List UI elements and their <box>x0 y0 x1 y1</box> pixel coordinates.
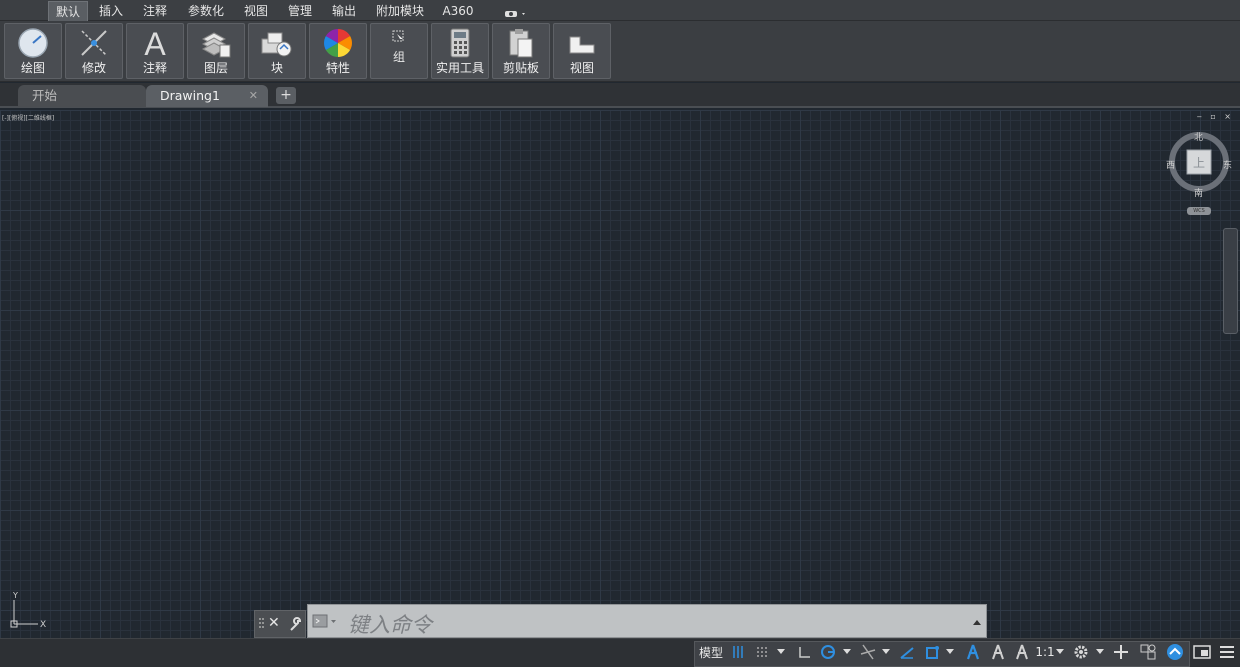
ribbon-clipboard-button[interactable]: 剪贴板 <box>492 23 550 79</box>
ucs-icon: Y X <box>10 591 46 630</box>
menu-tab-annotate[interactable]: 注释 <box>139 1 171 21</box>
add-tab-button[interactable]: + <box>276 87 296 104</box>
command-line: ✕ 键入命令 <box>254 604 987 638</box>
navigation-bar[interactable] <box>1223 228 1238 334</box>
tab-drawing1-label: Drawing1 <box>160 88 220 103</box>
menu-tab-parametric[interactable]: 参数化 <box>183 1 229 21</box>
ribbon-utilities-button[interactable]: 实用工具 <box>431 23 489 79</box>
command-prompt-icon[interactable] <box>312 613 342 631</box>
osnap-dropdown-icon[interactable] <box>944 643 956 661</box>
layers-icon <box>201 32 231 58</box>
menu-bar: 默认 插入 注释 参数化 视图 管理 输出 附加模块 A360 <box>0 0 1240 21</box>
ribbon-block-button[interactable]: 块 <box>248 23 306 79</box>
isometric-icon[interactable] <box>857 643 879 661</box>
grid-icon[interactable] <box>729 643 747 661</box>
menu-tab-manage[interactable]: 管理 <box>283 1 317 21</box>
viewport-window-controls[interactable]: ‒ ▫ × <box>1197 112 1234 121</box>
ribbon-utilities-label: 实用工具 <box>435 61 484 75</box>
model-space-button[interactable]: 模型 <box>697 643 725 661</box>
polar-dropdown-icon[interactable] <box>841 643 853 661</box>
view-icon <box>569 36 595 54</box>
compass-west-label[interactable]: 西 <box>1166 158 1175 171</box>
object-snap-tracking-icon[interactable] <box>897 643 917 661</box>
status-bar: 模型 1:1 <box>0 638 1240 667</box>
group-icon <box>391 28 407 47</box>
ribbon-modify-button[interactable]: 修改 <box>65 23 123 79</box>
tab-start[interactable]: 开始 <box>18 85 146 107</box>
ribbon-view-label: 视图 <box>569 61 594 75</box>
menu-tab-output[interactable]: 输出 <box>327 1 361 21</box>
ribbon-clipboard-label: 剪贴板 <box>502 61 539 75</box>
drag-handle-icon[interactable] <box>259 618 264 628</box>
workspace-dropdown-icon[interactable] <box>1094 643 1106 661</box>
ortho-icon[interactable] <box>794 643 814 661</box>
ribbon-properties-label: 特性 <box>325 61 350 75</box>
ribbon-block-label: 块 <box>270 61 283 75</box>
ribbon-group-label: 组 <box>392 50 405 64</box>
annotation-scale-value[interactable]: 1:1 <box>1035 643 1055 661</box>
close-tab-icon[interactable]: ✕ <box>249 85 258 107</box>
properties-icon <box>324 29 352 57</box>
command-line-toolbar: ✕ <box>254 610 306 638</box>
camera-icon <box>505 11 525 17</box>
tab-start-label: 开始 <box>32 88 58 103</box>
wcs-menu-button[interactable]: WCS <box>1187 207 1211 215</box>
hardware-acceleration-icon[interactable] <box>1163 643 1187 661</box>
polar-tracking-icon[interactable] <box>818 643 838 661</box>
command-input-placeholder: 键入命令 <box>348 613 432 637</box>
object-snap-icon[interactable] <box>921 643 943 661</box>
customization-menu-icon[interactable] <box>1216 643 1238 661</box>
ribbon-annotation-label: 注释 <box>142 61 167 75</box>
clipboard-icon <box>509 29 533 58</box>
compass-east-label[interactable]: 东 <box>1223 158 1232 171</box>
annotation-icon: A <box>144 27 166 59</box>
close-command-line-icon[interactable]: ✕ <box>268 615 280 631</box>
ribbon-layers-button[interactable]: 图层 <box>187 23 245 79</box>
draw-icon <box>18 28 48 58</box>
ucs-y-label: Y <box>12 591 18 600</box>
snap-dropdown-icon[interactable] <box>774 643 788 661</box>
ribbon-modify-label: 修改 <box>81 61 106 75</box>
isometric-dropdown-icon[interactable] <box>880 643 892 661</box>
svg-text:上: 上 <box>1193 156 1205 170</box>
viewport-controls-label[interactable]: [-][俯视][二维线框] <box>2 113 54 122</box>
menu-tab-a360[interactable]: A360 <box>439 1 477 21</box>
annotation-visibility-icon[interactable] <box>962 643 984 661</box>
svg-text:A: A <box>144 27 166 59</box>
command-history-up-icon[interactable] <box>972 618 982 626</box>
workspace-dropdown[interactable] <box>503 5 529 17</box>
drawing-canvas[interactable] <box>0 110 1240 638</box>
ribbon-view-button[interactable]: 视图 <box>553 23 611 79</box>
auto-scale-icon[interactable] <box>987 643 1009 661</box>
ribbon-annotation-button[interactable]: A 注释 <box>126 23 184 79</box>
ribbon-draw-button[interactable]: 绘图 <box>4 23 62 79</box>
ribbon-draw-label: 绘图 <box>20 61 45 75</box>
ribbon-panel: 绘图 修改 A 注释 图层 块 特性 组 实用工具 剪贴板 视图 <box>0 21 1240 82</box>
ribbon-group-button[interactable]: 组 <box>370 23 428 79</box>
ribbon-properties-button[interactable]: 特性 <box>309 23 367 79</box>
compass-south-label[interactable]: 南 <box>1194 186 1203 199</box>
snap-grid-icon[interactable] <box>752 643 772 661</box>
calculator-icon <box>450 28 470 58</box>
wrench-icon[interactable] <box>288 617 304 633</box>
block-icon <box>261 32 292 57</box>
clean-screen-icon[interactable] <box>1191 643 1213 661</box>
modify-icon <box>81 30 107 56</box>
compass-north-label[interactable]: 北 <box>1194 130 1203 143</box>
gear-icon[interactable] <box>1070 643 1092 661</box>
menu-tab-insert[interactable]: 插入 <box>95 1 127 21</box>
annotation-scale-icon[interactable] <box>1011 643 1033 661</box>
isolate-objects-icon[interactable] <box>1137 643 1159 661</box>
menu-tab-view[interactable]: 视图 <box>239 1 273 21</box>
file-tab-bar: 开始 Drawing1 ✕ <box>0 83 1240 108</box>
scale-dropdown-icon[interactable] <box>1055 643 1065 661</box>
ucs-x-label: X <box>40 620 46 630</box>
command-input[interactable]: 键入命令 <box>307 604 987 638</box>
plus-icon[interactable] <box>1111 643 1131 661</box>
tab-drawing1[interactable]: Drawing1 ✕ <box>146 85 268 107</box>
ribbon-layers-label: 图层 <box>203 61 228 75</box>
menu-tab-default[interactable]: 默认 <box>48 1 88 21</box>
menu-tab-addins[interactable]: 附加模块 <box>371 1 429 21</box>
